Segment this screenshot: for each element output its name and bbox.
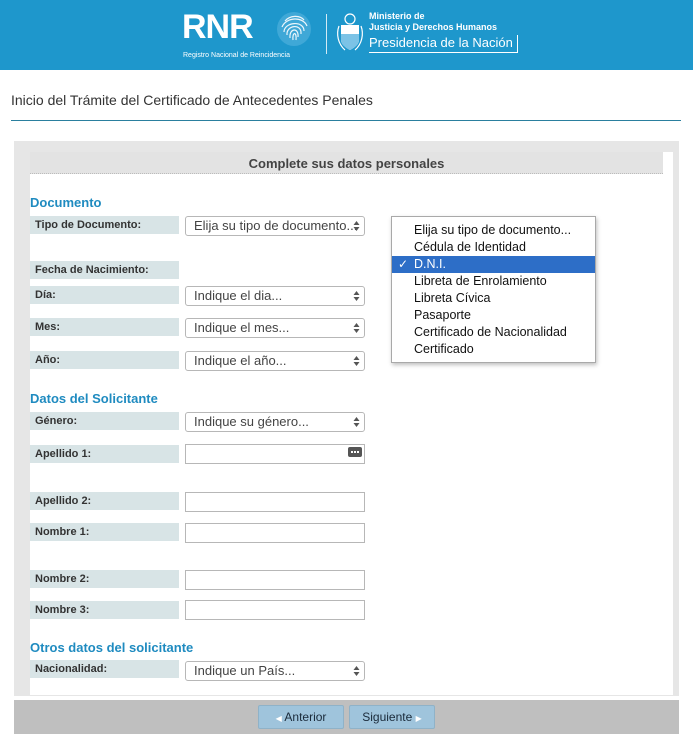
siguiente-button[interactable]: Siguiente ▶	[349, 705, 435, 729]
coat-of-arms-icon	[337, 13, 363, 51]
anterior-label: Anterior	[284, 710, 327, 724]
mes-value: Indique el mes...	[194, 320, 290, 335]
apellido2-input[interactable]	[185, 492, 365, 512]
tipo-documento-value: Elija su tipo de documento...	[194, 218, 358, 233]
nombre3-input[interactable]	[185, 600, 365, 620]
dropdown-option[interactable]: Cédula de Identidad	[392, 239, 595, 256]
checkmark-icon: ✓	[398, 257, 409, 271]
ministry-branding: Ministerio de Justicia y Derechos Humano…	[369, 11, 518, 53]
rnr-logo[interactable]: RNR Registro Nacional de Reincidencia	[182, 8, 314, 64]
mes-label: Mes:	[30, 318, 179, 336]
dropdown-option[interactable]: Elija su tipo de documento...	[392, 222, 595, 239]
logo-subtitle: Registro Nacional de Reincidencia	[183, 52, 291, 59]
arrow-left-icon: ◀	[275, 714, 282, 723]
apellido1-label: Apellido 1:	[30, 445, 179, 463]
ministry-line-1: Ministerio de	[369, 11, 425, 21]
page: RNR Registro Nacional de Reincidencia Mi…	[0, 0, 693, 744]
documento-heading: Documento	[30, 195, 102, 210]
dropdown-option[interactable]: Pasaporte	[392, 307, 595, 324]
logo-text: RNR	[182, 8, 254, 46]
tipo-documento-select[interactable]: Elija su tipo de documento...	[185, 216, 365, 236]
nombre2-input[interactable]	[185, 570, 365, 590]
select-arrows-icon	[353, 666, 360, 676]
select-arrows-icon	[353, 291, 360, 301]
anio-value: Indique el año...	[194, 353, 287, 368]
nombre3-label: Nombre 3:	[30, 601, 179, 619]
siguiente-label: Siguiente	[362, 710, 413, 724]
anio-select[interactable]: Indique el año...	[185, 351, 365, 371]
dropdown-option[interactable]: Certificado de Nacionalidad	[392, 324, 595, 341]
genero-value: Indique su género...	[194, 414, 309, 429]
page-title: Inicio del Trámite del Certificado de An…	[11, 92, 373, 108]
footer-bar: ◀ Anterior Siguiente ▶	[14, 700, 679, 734]
dropdown-option[interactable]: Certificado	[392, 341, 595, 358]
nombre1-label: Nombre 1:	[30, 523, 179, 541]
anio-label: Año:	[30, 351, 179, 369]
arrow-right-icon: ▶	[415, 714, 422, 723]
fecha-nacimiento-label: Fecha de Nacimiento:	[30, 261, 179, 279]
title-divider	[11, 120, 681, 121]
select-arrows-icon	[353, 221, 360, 231]
dropdown-option[interactable]: Libreta Cívica	[392, 290, 595, 307]
apellido1-input[interactable]	[185, 444, 365, 464]
form-section-header: Complete sus datos personales	[30, 152, 663, 174]
fingerprint-icon	[277, 12, 311, 46]
tipo-documento-dropdown[interactable]: Elija su tipo de documento... Cédula de …	[391, 216, 596, 363]
apellido2-label: Apellido 2:	[30, 492, 179, 510]
autofill-icon[interactable]	[348, 447, 362, 457]
nacionalidad-value: Indique un País...	[194, 663, 296, 678]
solicitante-heading: Datos del Solicitante	[30, 391, 158, 406]
nacionalidad-label: Nacionalidad:	[30, 660, 179, 678]
ministry-line-2: Justicia y Derechos Humanos	[369, 22, 498, 32]
dropdown-option-selected[interactable]: ✓ D.N.I.	[392, 256, 595, 273]
presidencia-label: Presidencia de la Nación	[369, 35, 518, 53]
nombre1-input[interactable]	[185, 523, 365, 543]
select-arrows-icon	[353, 323, 360, 333]
dia-value: Indique el dia...	[194, 288, 283, 303]
select-arrows-icon	[353, 356, 360, 366]
mes-select[interactable]: Indique el mes...	[185, 318, 365, 338]
dia-select[interactable]: Indique el dia...	[185, 286, 365, 306]
genero-select[interactable]: Indique su género...	[185, 412, 365, 432]
tipo-documento-label: Tipo de Documento:	[30, 216, 179, 234]
dia-label: Día:	[30, 286, 179, 304]
header-divider	[326, 14, 327, 54]
otros-heading: Otros datos del solicitante	[30, 640, 194, 655]
nombre2-label: Nombre 2:	[30, 570, 179, 588]
select-arrows-icon	[353, 417, 360, 427]
header-bar: RNR Registro Nacional de Reincidencia Mi…	[0, 0, 693, 70]
genero-label: Género:	[30, 412, 179, 430]
dropdown-option[interactable]: Libreta de Enrolamiento	[392, 273, 595, 290]
anterior-button[interactable]: ◀ Anterior	[258, 705, 344, 729]
nacionalidad-select[interactable]: Indique un País...	[185, 661, 365, 681]
